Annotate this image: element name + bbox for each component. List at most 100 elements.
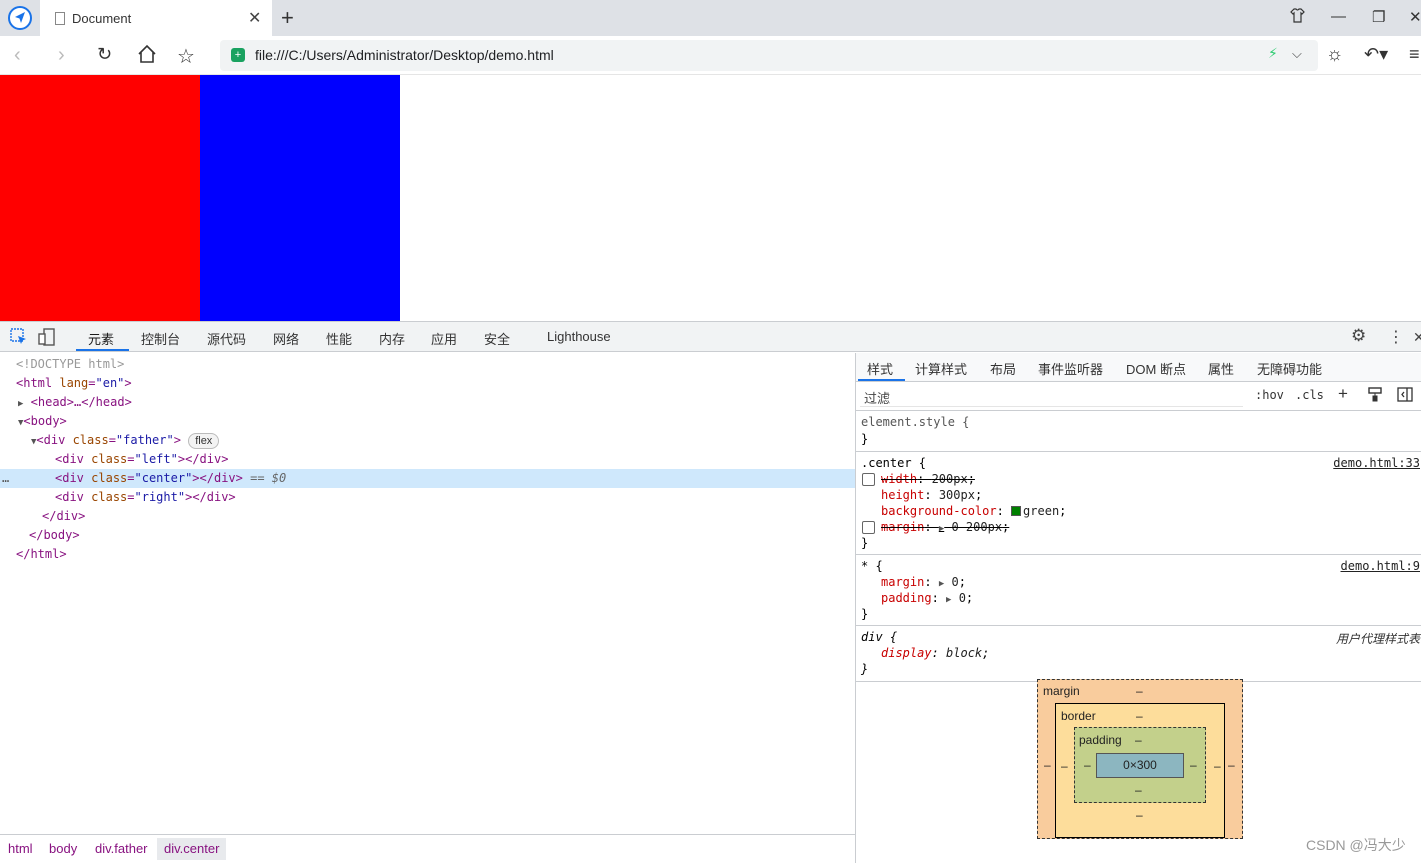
prop-height[interactable]: height: 300px; xyxy=(881,488,982,503)
cls-toggle[interactable]: .cls xyxy=(1295,388,1324,402)
devtools-close-icon[interactable]: ✕ xyxy=(1413,329,1421,346)
tab-performance[interactable]: 性能 xyxy=(326,329,352,348)
border-right-value[interactable]: – xyxy=(1214,759,1221,773)
width-checkbox[interactable] xyxy=(862,473,875,486)
prop-display[interactable]: display: block; xyxy=(881,646,989,661)
padding-top-value[interactable]: – xyxy=(1135,733,1142,747)
dom-line-div-left[interactable]: <div class="left"></div> xyxy=(0,450,855,469)
tab-network[interactable]: 网络 xyxy=(273,329,299,348)
border-top-value[interactable]: – xyxy=(1136,709,1143,723)
padding-left-value[interactable]: – xyxy=(1084,758,1091,772)
universal-source-link[interactable]: demo.html:9 xyxy=(1341,559,1420,573)
breadcrumb-div-center[interactable]: div.center xyxy=(157,838,227,860)
flex-badge[interactable]: flex xyxy=(188,433,220,449)
box-model-margin[interactable]: margin – – – border – – – – padding – – … xyxy=(1037,679,1243,839)
dom-line-div-father[interactable]: ▼<div class="father"> flex xyxy=(0,431,855,450)
rule-div-user-agent: div { 用户代理样式表 display: block; } xyxy=(856,627,1421,682)
margin-right-value[interactable]: – xyxy=(1228,758,1235,772)
dom-line-div-right[interactable]: <div class="right"></div> xyxy=(0,488,855,507)
active-tab-indicator xyxy=(76,349,129,351)
element-style-selector[interactable]: element.style { xyxy=(861,415,969,430)
collapse-triangle-icon: ▼ xyxy=(31,437,37,447)
tab-accessibility[interactable]: 无障碍功能 xyxy=(1257,359,1322,378)
dom-line-html-close[interactable]: </html> xyxy=(0,545,855,564)
shirt-icon[interactable] xyxy=(1290,8,1305,27)
prop-margin[interactable]: margin: ▶ 0 200px; xyxy=(881,520,1009,537)
tab-close-icon[interactable]: ✕ xyxy=(248,8,261,28)
dom-line-div-close[interactable]: </div> xyxy=(0,507,855,526)
tab-styles[interactable]: 样式 xyxy=(867,359,893,378)
home-icon[interactable] xyxy=(137,44,157,70)
toggle-sidebar-icon[interactable] xyxy=(1397,387,1413,405)
div-selector[interactable]: div { xyxy=(861,630,897,645)
url-bar[interactable]: + file:///C:/Users/Administrator/Desktop… xyxy=(220,40,1318,71)
dom-line-doctype[interactable]: <!DOCTYPE html> xyxy=(0,355,855,374)
breadcrumb-body[interactable]: body xyxy=(49,841,77,856)
brightness-icon[interactable]: ☼ xyxy=(1326,44,1343,66)
lightning-icon[interactable]: ⚡ xyxy=(1268,45,1278,62)
inspect-element-icon[interactable] xyxy=(10,328,28,351)
breadcrumb-html[interactable]: html xyxy=(8,841,33,856)
dom-line-div-center-selected[interactable]: … <div class="center"></div> == $0 xyxy=(0,469,855,488)
new-tab-icon[interactable]: + xyxy=(281,5,294,31)
tab-security[interactable]: 安全 xyxy=(484,329,510,348)
url-text[interactable]: file:///C:/Users/Administrator/Desktop/d… xyxy=(255,47,554,63)
undo-icon[interactable]: ↶▾ xyxy=(1364,44,1388,65)
filter-input[interactable]: 过滤 xyxy=(860,385,1243,407)
back-icon[interactable]: ‹ xyxy=(14,44,21,67)
tab-lighthouse[interactable]: Lighthouse xyxy=(547,329,611,344)
margin-label: margin xyxy=(1043,684,1080,698)
elements-dom-tree: <!DOCTYPE html> <html lang="en"> ▶ <head… xyxy=(0,353,855,834)
center-source-link[interactable]: demo.html:33 xyxy=(1333,456,1420,470)
paint-roller-icon[interactable] xyxy=(1368,387,1382,405)
reload-icon[interactable]: ↻ xyxy=(97,44,112,65)
settings-gear-icon[interactable]: ⚙ xyxy=(1351,326,1366,346)
center-selector[interactable]: .center { xyxy=(861,456,926,471)
hov-toggle[interactable]: :hov xyxy=(1255,388,1284,402)
universal-selector[interactable]: * { xyxy=(861,559,883,574)
tab-layout[interactable]: 布局 xyxy=(990,359,1016,378)
dom-line-body[interactable]: ▼<body> xyxy=(0,412,855,431)
forward-icon[interactable]: › xyxy=(58,44,65,67)
tab-dom-breakpoints[interactable]: DOM 断点 xyxy=(1126,359,1186,378)
dom-line-html[interactable]: <html lang="en"> xyxy=(0,374,855,393)
browser-logo-icon[interactable] xyxy=(8,6,32,30)
address-bar: ‹ › ↻ ☆ + file:///C:/Users/Administrator… xyxy=(0,36,1421,75)
minimize-icon[interactable]: — xyxy=(1331,8,1346,25)
tab-console[interactable]: 控制台 xyxy=(141,329,180,348)
tab-event-listeners[interactable]: 事件监听器 xyxy=(1038,359,1103,378)
tab-sources[interactable]: 源代码 xyxy=(207,329,246,348)
tab-application[interactable]: 应用 xyxy=(431,329,457,348)
dom-line-body-close[interactable]: </body> xyxy=(0,526,855,545)
prop-background-color[interactable]: background-color: green; xyxy=(881,504,1066,519)
more-options-icon[interactable]: ⋮ xyxy=(1388,327,1404,347)
border-left-value[interactable]: – xyxy=(1061,759,1068,773)
dom-line-head[interactable]: ▶ <head>…</head> xyxy=(0,393,855,412)
bookmark-star-icon[interactable]: ☆ xyxy=(177,44,195,69)
browser-tab[interactable]: Document ✕ xyxy=(40,0,272,36)
box-model-padding[interactable]: padding – – – – 0×300 xyxy=(1074,727,1206,803)
prop-width[interactable]: width: 200px; xyxy=(881,472,975,487)
border-bottom-value[interactable]: – xyxy=(1136,808,1143,822)
tab-elements[interactable]: 元素 xyxy=(88,329,114,348)
prop-margin[interactable]: margin: ▶ 0; xyxy=(881,575,966,592)
new-style-rule-icon[interactable]: + xyxy=(1338,384,1348,404)
tab-properties[interactable]: 属性 xyxy=(1208,359,1234,378)
box-model-content[interactable]: 0×300 xyxy=(1096,753,1184,778)
margin-checkbox[interactable] xyxy=(862,521,875,534)
tab-computed[interactable]: 计算样式 xyxy=(915,359,967,378)
chevron-down-icon[interactable]: ⌵ xyxy=(1292,46,1302,62)
device-toolbar-icon[interactable] xyxy=(38,328,56,351)
padding-right-value[interactable]: – xyxy=(1190,758,1197,772)
margin-top-value[interactable]: – xyxy=(1136,684,1143,698)
breadcrumb-div-father[interactable]: div.father xyxy=(95,841,148,856)
user-agent-stylesheet-label: 用户代理样式表 xyxy=(1335,632,1420,646)
restore-icon[interactable]: ❐ xyxy=(1372,8,1385,26)
window-close-icon[interactable]: ✕ xyxy=(1409,8,1421,26)
box-model-border[interactable]: border – – – – padding – – – – 0×300 xyxy=(1055,703,1225,838)
prop-padding[interactable]: padding: ▶ 0; xyxy=(881,591,973,608)
margin-left-value[interactable]: – xyxy=(1044,758,1051,772)
menu-icon[interactable]: ≡ xyxy=(1409,44,1420,65)
tab-memory[interactable]: 内存 xyxy=(379,329,405,348)
padding-bottom-value[interactable]: – xyxy=(1135,783,1142,797)
